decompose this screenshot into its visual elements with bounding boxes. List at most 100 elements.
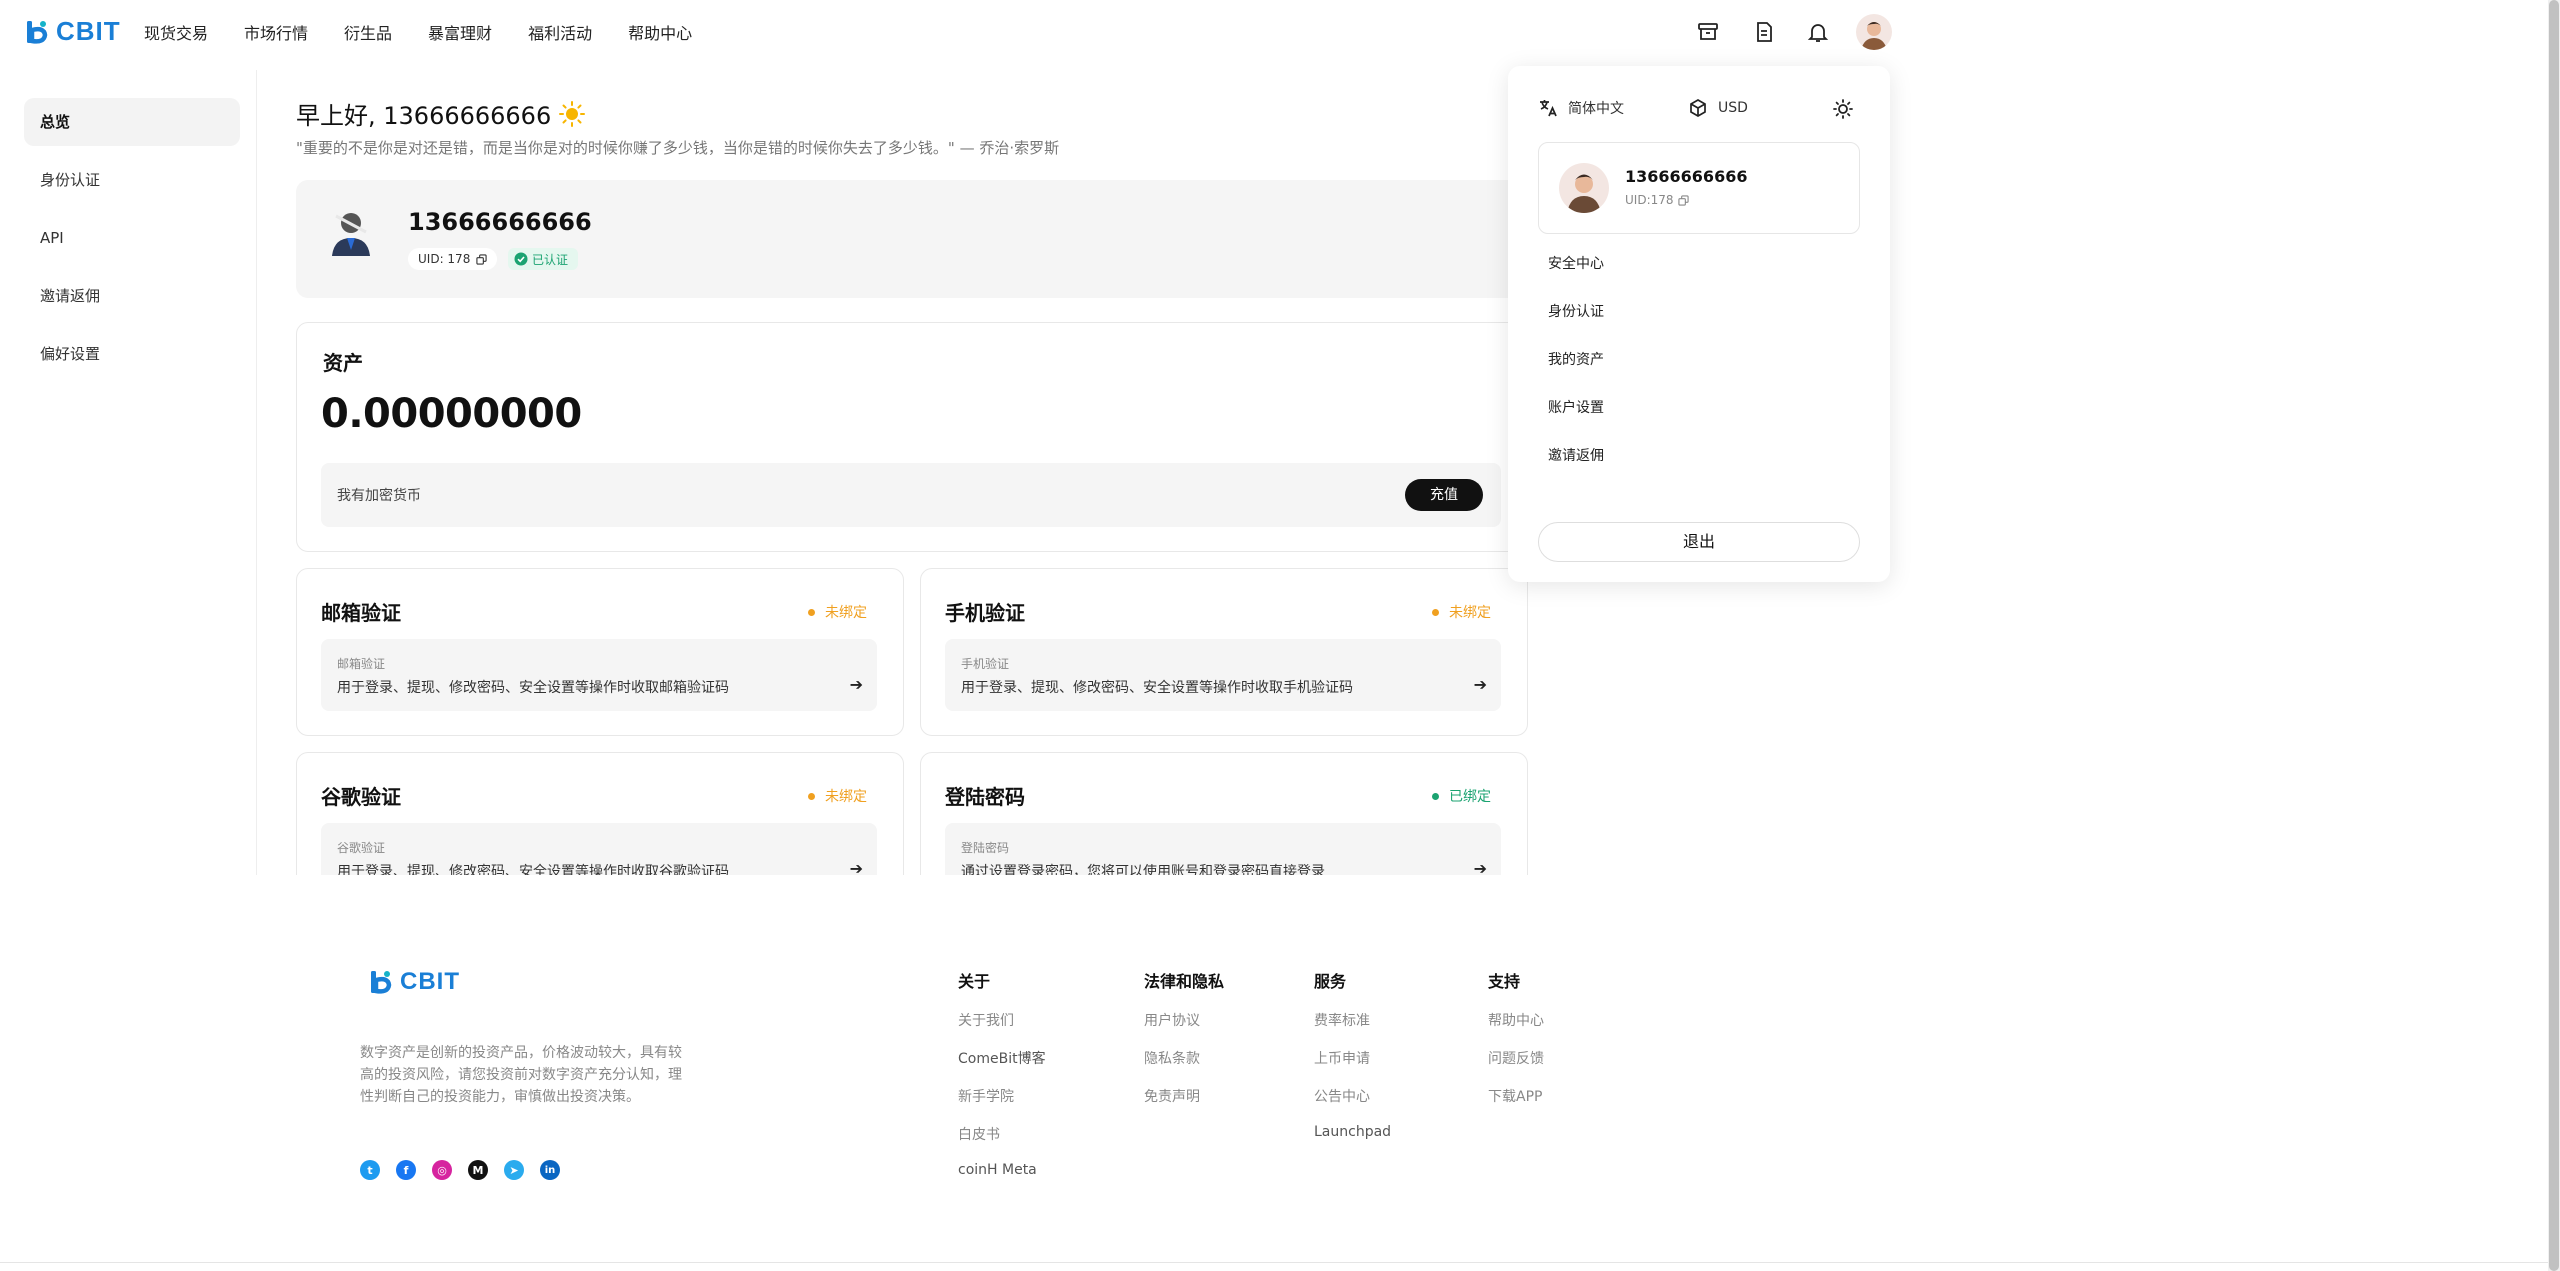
asset-title: 资产	[323, 351, 363, 375]
language-label: 简体中文	[1568, 101, 1624, 117]
currency-selector[interactable]: USD	[1688, 98, 1748, 118]
footer-link[interactable]: 隐私条款	[1144, 1048, 1224, 1086]
footer-disclaimer: 数字资产是创新的投资产品，价格波动较大，具有较高的投资风险，请您投资前对数字资产…	[360, 1045, 682, 1105]
scrollbar-thumb[interactable]	[2549, 0, 2559, 1271]
user-silhouette-icon	[332, 213, 370, 256]
footer-link[interactable]: 帮助中心	[1488, 1010, 1544, 1048]
menu-item-identity[interactable]: 身份认证	[1548, 300, 1604, 348]
security-card-title: 谷歌验证	[321, 785, 401, 809]
footer-col-services: 服务 费率标准 上币申请 公告中心 Launchpad	[1314, 968, 1391, 1162]
security-card-link[interactable]: 登陆密码 通过设置登录密码，您将可以使用账号和登录密码直接登录 ➔	[945, 823, 1501, 875]
security-status: 未绑定	[1432, 602, 1491, 622]
footer-col-legal: 法律和隐私 用户协议 隐私条款 免责声明	[1144, 968, 1224, 1124]
instagram-icon[interactable]: ◎	[432, 1160, 452, 1180]
avatar-icon	[1567, 174, 1601, 213]
sidebar-item-preferences[interactable]: 偏好设置	[24, 330, 240, 378]
footer-col-title: 法律和隐私	[1144, 972, 1225, 991]
brand-logo-icon	[371, 971, 392, 994]
security-card-title: 手机验证	[945, 601, 1025, 625]
twitter-icon[interactable]: t	[360, 1160, 380, 1180]
user-dropdown: 简体中文 USD 13666666666 UID:178 安全中心 身份认证 我…	[1508, 66, 1890, 582]
sidebar-item-referral[interactable]: 邀请返佣	[24, 272, 240, 320]
asset-card: 资产 0.00000000 我有加密货币 充值	[296, 322, 1528, 552]
menu-item-account-settings[interactable]: 账户设置	[1548, 396, 1604, 444]
arrow-right-icon: ➔	[1473, 859, 1487, 875]
security-box-label: 登陆密码	[961, 841, 1010, 855]
footer-link[interactable]: 公告中心	[1314, 1086, 1391, 1124]
menu-item-referral[interactable]: 邀请返佣	[1548, 444, 1604, 492]
footer-link[interactable]: 费率标准	[1314, 1010, 1391, 1048]
arrow-right-icon: ➔	[849, 859, 863, 875]
dropdown-user-card: 13666666666 UID:178	[1538, 142, 1860, 234]
footer-link[interactable]: 问题反馈	[1488, 1048, 1544, 1086]
security-box-label: 手机验证	[961, 657, 1010, 671]
security-box-desc: 用于登录、提现、修改密码、安全设置等操作时收取邮箱验证码	[337, 680, 729, 696]
footer-col-title: 支持	[1488, 972, 1521, 991]
dropdown-settings-row: 简体中文 USD	[1538, 98, 1868, 122]
footer-col-title: 关于	[958, 972, 991, 991]
profile-name: 13666666666	[408, 208, 592, 236]
check-badge-icon	[514, 252, 528, 266]
footer-link[interactable]: coinH Meta	[958, 1162, 1046, 1200]
security-box-desc: 通过设置登录密码，您将可以使用账号和登录密码直接登录	[961, 864, 1325, 875]
security-card-google: 谷歌验证 未绑定 谷歌验证 用于登录、提现、修改密码、安全设置等操作时收取谷歌验…	[296, 752, 904, 875]
security-card-password: 登陆密码 已绑定 登陆密码 通过设置登录密码，您将可以使用账号和登录密码直接登录…	[920, 752, 1528, 875]
dropdown-user-name: 13666666666	[1625, 167, 1748, 186]
footer-logo[interactable]: CBIT	[368, 968, 460, 996]
footer-col-title: 服务	[1314, 972, 1347, 991]
arrow-right-icon: ➔	[849, 675, 863, 694]
theme-toggle-icon[interactable]	[1832, 98, 1854, 120]
sidebar-item-overview[interactable]: 总览	[24, 98, 240, 146]
footer-link[interactable]: ComeBit博客	[958, 1048, 1046, 1086]
logout-button[interactable]: 退出	[1538, 522, 1860, 562]
footer-link[interactable]: 下载APP	[1488, 1086, 1544, 1124]
status-text: 已绑定	[1449, 789, 1491, 805]
footer-col-support: 支持 帮助中心 问题反馈 下载APP	[1488, 968, 1544, 1124]
menu-item-security-center[interactable]: 安全中心	[1548, 252, 1604, 300]
translate-icon	[1540, 100, 1557, 117]
footer-link[interactable]: Launchpad	[1314, 1124, 1391, 1162]
security-card-link[interactable]: 邮箱验证 用于登录、提现、修改密码、安全设置等操作时收取邮箱验证码 ➔	[321, 639, 877, 711]
deposit-button[interactable]: 充值	[1405, 479, 1483, 511]
status-dot	[808, 608, 815, 616]
sidebar: 总览 身份认证 API 邀请返佣 偏好设置	[24, 98, 240, 388]
copy-icon[interactable]	[1677, 194, 1689, 206]
footer-link[interactable]: 用户协议	[1144, 1010, 1224, 1048]
security-card-link[interactable]: 谷歌验证 用于登录、提现、修改密码、安全设置等操作时收取谷歌验证码 ➔	[321, 823, 877, 875]
footer-link[interactable]: 新手学院	[958, 1086, 1046, 1124]
telegram-icon[interactable]: ➤	[504, 1160, 524, 1180]
footer-link[interactable]: 白皮书	[958, 1124, 1046, 1162]
linkedin-icon[interactable]: in	[540, 1160, 560, 1180]
footer-link[interactable]: 上币申请	[1314, 1048, 1391, 1086]
arrow-right-icon: ➔	[1473, 675, 1487, 694]
social-links: t f ◎ M ➤ in	[360, 1160, 560, 1180]
avatar	[1559, 163, 1609, 213]
security-box-desc: 用于登录、提现、修改密码、安全设置等操作时收取谷歌验证码	[337, 864, 729, 875]
dropdown-uid-text: UID:178	[1625, 193, 1674, 207]
sidebar-item-api[interactable]: API	[24, 214, 240, 262]
sidebar-item-identity[interactable]: 身份认证	[24, 156, 240, 204]
security-box-desc: 用于登录、提现、修改密码、安全设置等操作时收取手机验证码	[961, 680, 1353, 696]
copy-icon[interactable]	[476, 253, 487, 265]
footer-brand-name: CBIT	[400, 968, 460, 995]
asset-value: 0.00000000	[321, 391, 582, 437]
verified-text: 已认证	[532, 252, 569, 267]
menu-item-my-assets[interactable]: 我的资产	[1548, 348, 1604, 396]
footer-link[interactable]: 关于我们	[958, 1010, 1046, 1048]
security-card-title: 邮箱验证	[321, 601, 401, 625]
security-status: 未绑定	[808, 602, 867, 622]
status-dot	[1432, 792, 1439, 800]
uid-text: UID: 178	[418, 252, 471, 266]
profile-card: 13666666666 UID: 178 已认证	[296, 180, 1528, 298]
status-text: 未绑定	[825, 605, 867, 621]
greeting-text: 早上好, 13666666666	[296, 102, 552, 130]
facebook-icon[interactable]: f	[396, 1160, 416, 1180]
language-selector[interactable]: 简体中文	[1538, 98, 1624, 118]
medium-icon[interactable]: M	[468, 1160, 488, 1180]
footer-col-about: 关于 关于我们 ComeBit博客 新手学院 白皮书 coinH Meta	[958, 968, 1046, 1200]
footer-link[interactable]: 免责声明	[1144, 1086, 1224, 1124]
verified-badge: 已认证	[508, 248, 579, 270]
security-card-link[interactable]: 手机验证 用于登录、提现、修改密码、安全设置等操作时收取手机验证码 ➔	[945, 639, 1501, 711]
page: CBIT 现货交易 市场行情 衍生品 暴富理财 福利活动 帮助中心 总览 身份认…	[0, 0, 2560, 1271]
greeting-quote: "重要的不是你是对还是错，而是当你是对的时候你赚了多少钱，当你是错的时候你失去了…	[296, 139, 1060, 157]
